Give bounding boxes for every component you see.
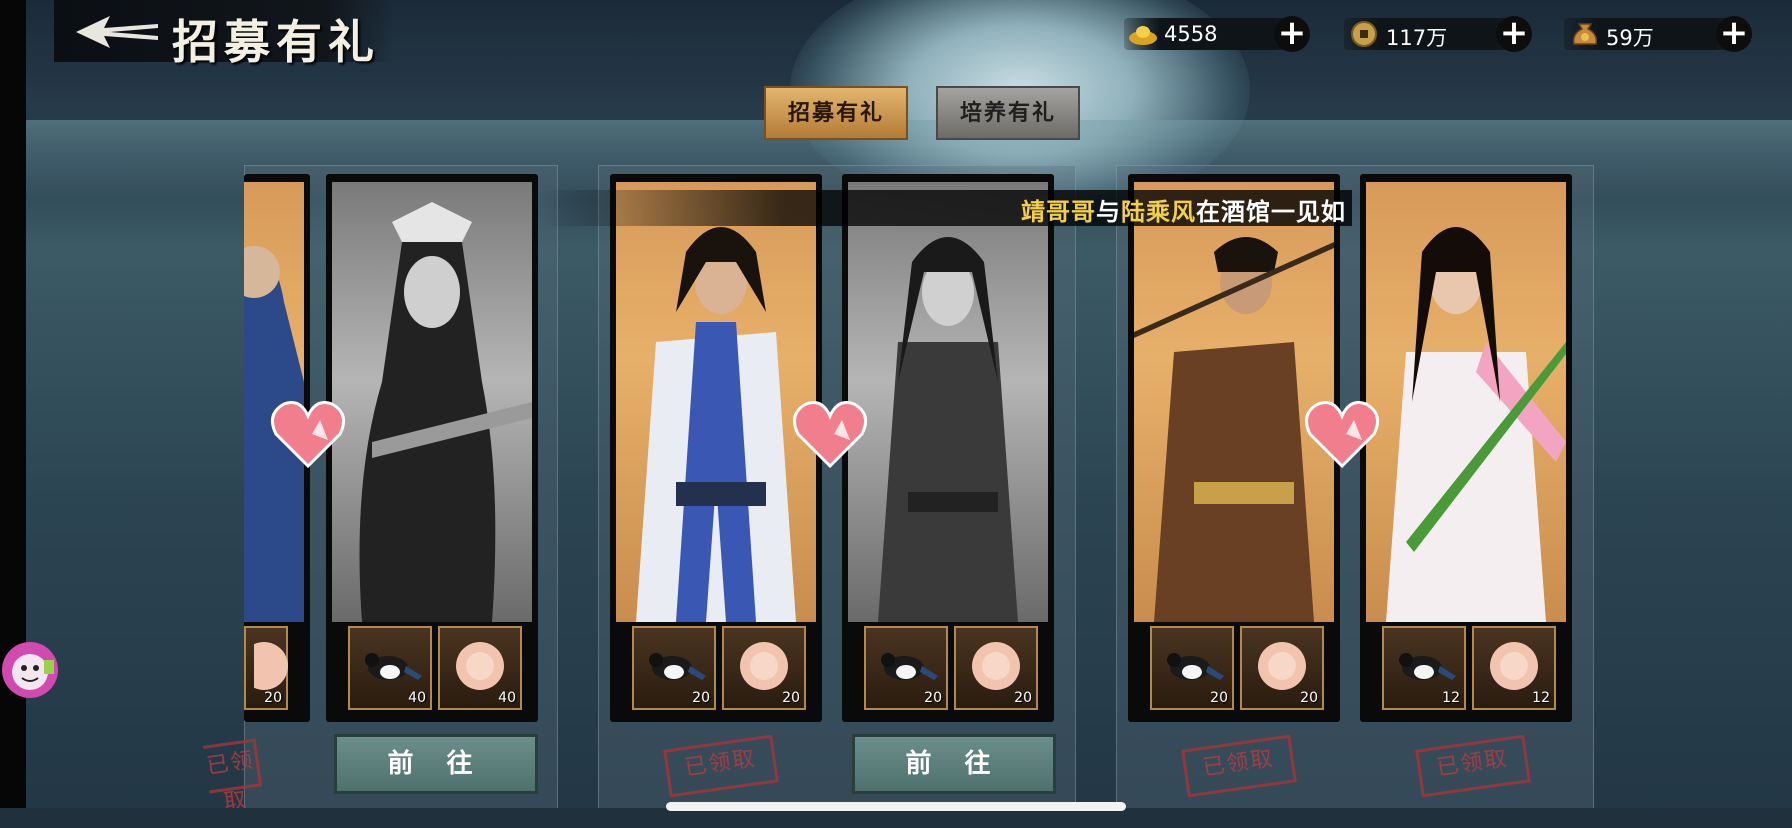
- item-slot[interactable]: 20: [954, 626, 1038, 710]
- hero-portrait: [1366, 182, 1566, 622]
- goto-button[interactable]: 前 往: [334, 734, 538, 794]
- add-bag-button[interactable]: +: [1716, 16, 1752, 52]
- item-slot[interactable]: 20: [864, 626, 948, 710]
- item-count: 20: [692, 690, 710, 706]
- add-coin-button[interactable]: +: [1496, 16, 1532, 52]
- coin-amount: 117万: [1386, 26, 1448, 50]
- page-title: 招募有礼: [172, 15, 380, 69]
- banner-connector: 与: [1096, 197, 1121, 226]
- currency-gold: 4558 +: [1124, 14, 1314, 54]
- tab-training-gift[interactable]: 培养有礼: [938, 88, 1078, 138]
- item-count: 20: [1014, 690, 1032, 706]
- bag-amount: 59万: [1606, 26, 1654, 50]
- item-slot[interactable]: 40: [438, 626, 522, 710]
- magpie-icon: [1167, 653, 1224, 680]
- petal-icon: [1490, 642, 1538, 690]
- gold-ingot-icon: [1128, 20, 1158, 48]
- back-arrow-icon: [76, 16, 158, 48]
- item-slot[interactable]: 12: [1472, 626, 1556, 710]
- hero-portrait: [616, 182, 816, 622]
- petal-icon: [740, 642, 788, 690]
- banner-name-1: 靖哥哥: [1021, 197, 1096, 226]
- item-count: 20: [782, 690, 800, 706]
- banner-suffix: 在酒馆一见如: [1196, 197, 1346, 226]
- item-slot[interactable]: 20: [1240, 626, 1324, 710]
- goto-button[interactable]: 前 往: [852, 734, 1056, 794]
- hero-card[interactable]: 40 40: [326, 174, 538, 722]
- back-button[interactable]: [70, 10, 160, 54]
- item-count: 12: [1532, 690, 1550, 706]
- floating-assistant-button[interactable]: [0, 630, 62, 710]
- home-indicator[interactable]: [666, 802, 1126, 811]
- goto-label: 前 往: [905, 749, 1003, 779]
- add-gold-button[interactable]: +: [1274, 16, 1310, 52]
- petal-icon: [972, 642, 1020, 690]
- item-count: 40: [408, 690, 426, 706]
- item-slot[interactable]: 40: [348, 626, 432, 710]
- event-banner: 靖哥哥与陆乘风在酒馆一见如: [540, 190, 1352, 226]
- bond-heart-icon: [790, 394, 870, 474]
- goto-label: 前 往: [387, 749, 485, 779]
- copper-coin-icon: [1350, 20, 1380, 48]
- assistant-icon: [2, 642, 58, 698]
- item-count: 20: [924, 690, 942, 706]
- item-slot[interactable]: 20: [632, 626, 716, 710]
- item-count: 20: [264, 690, 282, 706]
- item-count: 40: [498, 690, 516, 706]
- item-count: 20: [1210, 690, 1228, 706]
- magpie-icon: [365, 653, 422, 680]
- hero-card[interactable]: 20 20: [842, 174, 1054, 722]
- tab-recruit-gift[interactable]: 招募有礼: [766, 88, 906, 138]
- money-bag-icon: [1570, 20, 1600, 48]
- banner-text: 靖哥哥与陆乘风在酒馆一见如: [1021, 192, 1346, 227]
- petal-icon: [254, 642, 288, 690]
- petal-icon: [456, 642, 504, 690]
- banner-name-2: 陆乘风: [1121, 197, 1196, 226]
- magpie-icon: [881, 653, 938, 680]
- claimed-stamp: 已领取: [202, 738, 263, 815]
- hero-card[interactable]: 12 12: [1360, 174, 1572, 722]
- item-slot[interactable]: 20: [722, 626, 806, 710]
- magpie-icon: [1399, 653, 1456, 680]
- bond-heart-icon: [1302, 394, 1382, 474]
- bond-heart-icon: [268, 394, 348, 474]
- bottom-edge: [0, 808, 1792, 828]
- item-slot[interactable]: 20: [244, 626, 288, 710]
- item-slot[interactable]: 12: [1382, 626, 1466, 710]
- petal-icon: [1258, 642, 1306, 690]
- item-slot[interactable]: 20: [1150, 626, 1234, 710]
- item-count: 12: [1442, 690, 1460, 706]
- hero-portrait: [848, 182, 1048, 622]
- item-count: 20: [1300, 690, 1318, 706]
- magpie-icon: [649, 653, 706, 680]
- currency-bag: 59万 +: [1564, 14, 1754, 54]
- hero-portrait: [332, 182, 532, 622]
- gold-amount: 4558: [1164, 22, 1218, 46]
- currency-coin: 117万 +: [1344, 14, 1534, 54]
